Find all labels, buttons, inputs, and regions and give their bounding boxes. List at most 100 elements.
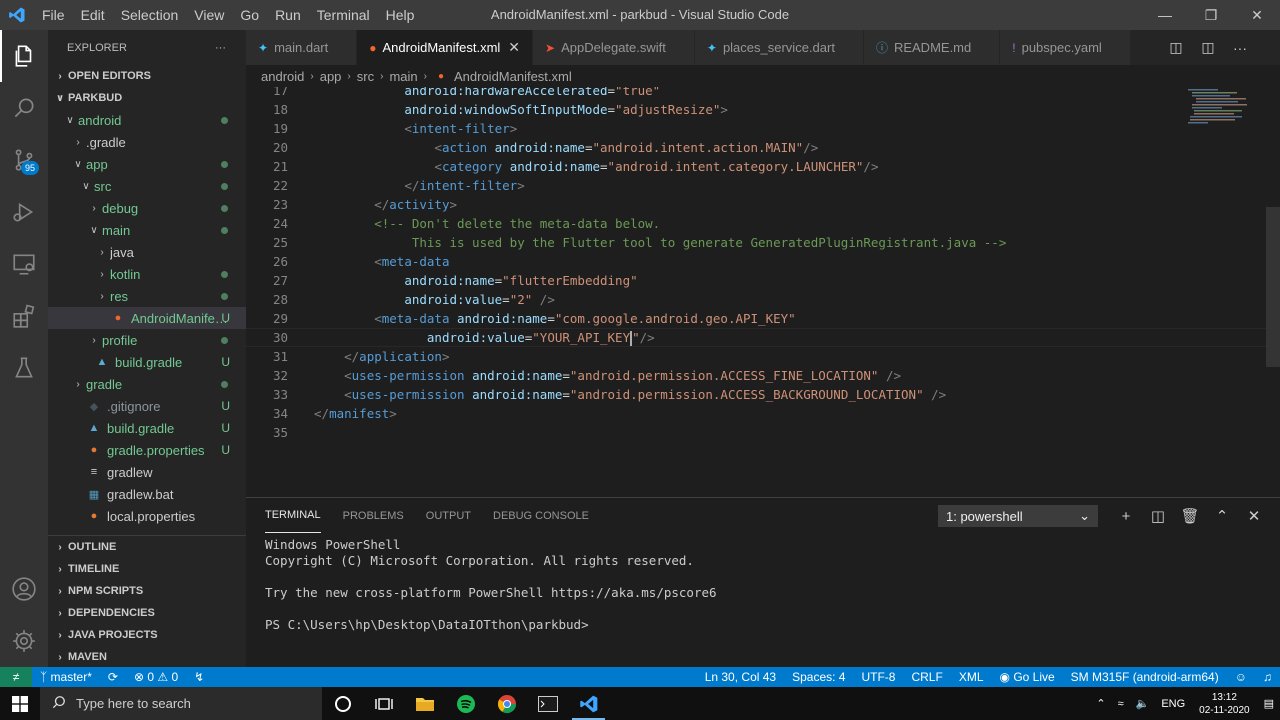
tab-appdelegate-swift[interactable]: ➤ AppDelegate.swift bbox=[533, 30, 695, 65]
problems-status[interactable]: ⊗ 0 ⚠ 0 bbox=[126, 670, 186, 684]
breadcrumb-item[interactable]: AndroidManifest.xml bbox=[454, 69, 572, 84]
menu-item-help[interactable]: Help bbox=[378, 0, 423, 30]
breadcrumb-item[interactable]: src bbox=[357, 69, 374, 84]
file-explorer-icon[interactable] bbox=[404, 687, 445, 720]
terminal-app-icon[interactable] bbox=[527, 687, 568, 720]
tree-item[interactable]: › java bbox=[48, 241, 246, 263]
tree-item[interactable]: ▦ gradlew.bat bbox=[48, 483, 246, 505]
menu-item-view[interactable]: View bbox=[186, 0, 232, 30]
panel-tab-terminal[interactable]: TERMINAL bbox=[265, 498, 321, 533]
tree-item[interactable]: ● gradle.properties U bbox=[48, 439, 246, 461]
open-editors-section[interactable]: › OPEN EDITORS bbox=[48, 65, 246, 87]
explorer-icon[interactable] bbox=[0, 30, 48, 82]
split-terminal-icon[interactable]: ◫ bbox=[1142, 507, 1174, 525]
minimize-button[interactable]: — bbox=[1142, 0, 1188, 30]
settings-gear-icon[interactable] bbox=[0, 615, 48, 667]
notification-center-icon[interactable]: ▤ bbox=[1258, 697, 1280, 710]
breadcrumb-item[interactable]: android bbox=[261, 69, 304, 84]
tree-item[interactable]: › profile bbox=[48, 329, 246, 351]
flash-icon[interactable]: ↯ bbox=[186, 670, 212, 684]
breadcrumb-item[interactable]: app bbox=[320, 69, 342, 84]
tree-item[interactable]: ◆ .gitignore U bbox=[48, 395, 246, 417]
tray-chevron-up-icon[interactable]: ⌃ bbox=[1090, 697, 1111, 710]
indentation[interactable]: Spaces: 4 bbox=[784, 670, 853, 684]
language-mode[interactable]: XML bbox=[951, 670, 992, 684]
tree-item[interactable]: ∨ src bbox=[48, 175, 246, 197]
new-terminal-icon[interactable]: + bbox=[1110, 508, 1142, 525]
tree-item[interactable]: › gradle bbox=[48, 373, 246, 395]
panel-tab-debug-console[interactable]: DEBUG CONSOLE bbox=[493, 498, 589, 533]
section-maven[interactable]: › MAVEN bbox=[48, 646, 246, 668]
remote-explorer-icon[interactable] bbox=[0, 238, 48, 290]
tab-main-dart[interactable]: ✦ main.dart bbox=[246, 30, 358, 65]
maximize-panel-icon[interactable]: ⌃ bbox=[1206, 507, 1238, 525]
terminal-select[interactable]: 1: powershell ⌄ bbox=[938, 505, 1098, 527]
tree-item[interactable]: ∨ main bbox=[48, 219, 246, 241]
notifications-bell-icon[interactable]: ♫ bbox=[1255, 670, 1280, 684]
explorer-more-icon[interactable]: ··· bbox=[215, 42, 226, 54]
more-actions-icon[interactable]: ··· bbox=[1224, 40, 1256, 56]
clock[interactable]: 13:12 02-11-2020 bbox=[1191, 691, 1257, 717]
remote-icon[interactable]: ≠ bbox=[0, 667, 32, 687]
spotify-icon[interactable] bbox=[445, 687, 486, 720]
split-editor-icon[interactable]: ◫ bbox=[1192, 39, 1224, 56]
close-tab-icon[interactable]: ✕ bbox=[508, 39, 520, 56]
tree-item[interactable]: › debug bbox=[48, 197, 246, 219]
cortana-icon[interactable] bbox=[322, 687, 363, 720]
task-view-icon[interactable] bbox=[363, 687, 404, 720]
tree-item[interactable]: › res bbox=[48, 285, 246, 307]
search-icon[interactable] bbox=[0, 82, 48, 134]
extensions-icon[interactable] bbox=[0, 290, 48, 342]
panel-tab-output[interactable]: OUTPUT bbox=[426, 498, 471, 533]
chrome-icon[interactable] bbox=[486, 687, 527, 720]
close-panel-icon[interactable]: ✕ bbox=[1238, 507, 1270, 525]
device-selector[interactable]: SM M315F (android-arm64) bbox=[1063, 670, 1227, 684]
taskbar-search[interactable]: Type here to search bbox=[40, 687, 322, 720]
source-control-icon[interactable]: 95 bbox=[0, 134, 48, 186]
terminal-output[interactable]: Windows PowerShell Copyright (C) Microsof… bbox=[246, 533, 1280, 637]
menu-item-file[interactable]: File bbox=[34, 0, 73, 30]
tree-item[interactable]: ▲ build.gradle U bbox=[48, 417, 246, 439]
tree-item[interactable]: ≡ gradlew bbox=[48, 461, 246, 483]
language-indicator[interactable]: ENG bbox=[1155, 698, 1191, 710]
close-window-button[interactable]: ✕ bbox=[1234, 0, 1280, 30]
account-icon[interactable] bbox=[0, 563, 48, 615]
testing-flask-icon[interactable] bbox=[0, 342, 48, 394]
section-java-projects[interactable]: › JAVA PROJECTS bbox=[48, 624, 246, 646]
line-ending[interactable]: CRLF bbox=[903, 670, 950, 684]
tree-item[interactable]: ● AndroidManifes... U bbox=[48, 307, 246, 329]
windows-start-icon[interactable] bbox=[0, 687, 40, 720]
menu-item-terminal[interactable]: Terminal bbox=[309, 0, 378, 30]
run-debug-icon[interactable] bbox=[0, 186, 48, 238]
menu-item-edit[interactable]: Edit bbox=[73, 0, 113, 30]
menu-item-run[interactable]: Run bbox=[267, 0, 309, 30]
menu-item-go[interactable]: Go bbox=[232, 0, 267, 30]
go-live[interactable]: ◉ Go Live bbox=[992, 670, 1063, 684]
trash-icon[interactable]: 🗑 bbox=[1174, 507, 1206, 525]
tree-item[interactable]: › kotlin bbox=[48, 263, 246, 285]
sync-icon[interactable]: ⟳ bbox=[100, 670, 126, 684]
tab-androidmanifest-xml[interactable]: ● AndroidManifest.xml ✕ bbox=[357, 30, 534, 65]
tab-pubspec-yaml[interactable]: ! pubspec.yaml bbox=[1000, 30, 1131, 65]
open-preview-icon[interactable]: ◫ bbox=[1160, 39, 1192, 56]
feedback-icon[interactable]: ☺ bbox=[1227, 670, 1255, 684]
tab-places-service-dart[interactable]: ✦ places_service.dart bbox=[694, 30, 864, 65]
wifi-icon[interactable]: ≈ bbox=[1112, 698, 1130, 710]
cursor-position[interactable]: Ln 30, Col 43 bbox=[697, 670, 784, 684]
volume-icon[interactable]: 🔈 bbox=[1130, 697, 1156, 710]
encoding[interactable]: UTF-8 bbox=[853, 670, 903, 684]
editor-scrollbar[interactable] bbox=[1266, 207, 1280, 367]
section-dependencies[interactable]: › DEPENDENCIES bbox=[48, 602, 246, 624]
section-timeline[interactable]: › TIMELINE bbox=[48, 558, 246, 580]
git-branch[interactable]: ᛉ master* bbox=[32, 670, 100, 684]
tree-item[interactable]: ● local.properties bbox=[48, 505, 246, 527]
menu-item-selection[interactable]: Selection bbox=[113, 0, 187, 30]
tab-readme-md[interactable]: ⓘ README.md bbox=[863, 30, 1001, 65]
section-outline[interactable]: › OUTLINE bbox=[48, 536, 246, 558]
tree-item[interactable]: ∨ android bbox=[48, 109, 246, 131]
tree-item[interactable]: ∨ app bbox=[48, 153, 246, 175]
code-editor[interactable]: 17 android:hardwareAccelerated="true" 18 … bbox=[246, 87, 1280, 497]
restore-button[interactable]: ❐ bbox=[1188, 0, 1234, 30]
tree-item[interactable]: › .gradle bbox=[48, 131, 246, 153]
vscode-taskbar-icon[interactable] bbox=[568, 687, 609, 720]
